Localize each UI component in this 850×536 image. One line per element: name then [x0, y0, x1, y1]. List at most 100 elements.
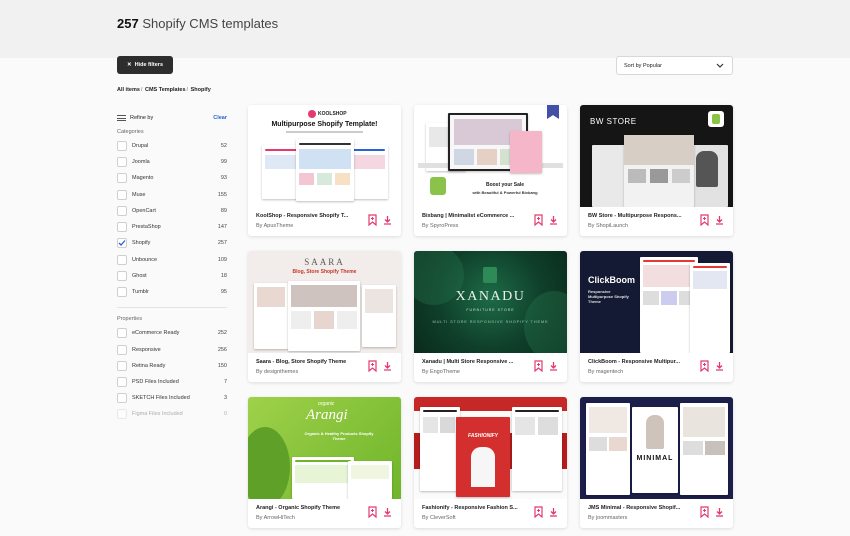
category-filter-unbounce[interactable]: Unbounce 109: [117, 254, 227, 266]
checkbox[interactable]: [117, 328, 127, 338]
template-thumbnail[interactable]: Boost your Sale with Beautiful & Powerfu…: [414, 105, 567, 207]
template-thumbnail[interactable]: SAARA Blog, Store Shopify Theme: [248, 251, 401, 353]
download-icon[interactable]: [383, 215, 392, 225]
bookmark-icon[interactable]: [700, 360, 709, 372]
thumb-logo: XANADU: [455, 289, 526, 304]
checkbox[interactable]: [117, 222, 127, 232]
card-author[interactable]: By magentech: [588, 369, 623, 375]
category-filter-opencart[interactable]: OpenCart 89: [117, 205, 227, 217]
bookmark-icon[interactable]: [368, 506, 377, 518]
property-filter-psd[interactable]: PSD Files Included 7: [117, 376, 227, 388]
checkbox[interactable]: [117, 206, 127, 216]
card-title[interactable]: ClickBoom - Responsive Multipur...: [588, 359, 680, 365]
card-author[interactable]: By EngoTheme: [422, 369, 460, 375]
bookmark-icon[interactable]: [700, 506, 709, 518]
template-card[interactable]: FASHIONIFY Fashionify - Responsive Fashi…: [414, 397, 567, 528]
category-filter-drupal[interactable]: Drupal 52: [117, 140, 227, 152]
breadcrumb-item[interactable]: CMS Templates: [145, 87, 186, 93]
checkbox[interactable]: [117, 287, 127, 297]
checkbox[interactable]: [117, 409, 127, 419]
checkbox[interactable]: [117, 190, 127, 200]
download-icon[interactable]: [549, 361, 558, 371]
card-author[interactable]: By joommasters: [588, 515, 627, 521]
card-title[interactable]: Bixbang | Minimalist eCommerce ...: [422, 213, 514, 219]
bookmark-icon[interactable]: [368, 214, 377, 226]
template-thumbnail[interactable]: KOOLSHOP Multipurpose Shopify Template!: [248, 105, 401, 207]
category-filter-shopify[interactable]: Shopify 257: [117, 237, 227, 249]
card-title[interactable]: Saara - Blog, Store Shopify Theme: [256, 359, 346, 365]
bookmark-icon[interactable]: [534, 506, 543, 518]
template-thumbnail[interactable]: FASHIONIFY: [414, 397, 567, 499]
checkbox[interactable]: [117, 271, 127, 281]
hide-filters-button[interactable]: ✕ Hide filters: [117, 56, 173, 74]
card-author[interactable]: By ShopiLaunch: [588, 223, 628, 229]
category-filter-muse[interactable]: Muse 155: [117, 189, 227, 201]
checkbox[interactable]: [117, 345, 127, 355]
checkbox[interactable]: [117, 157, 127, 167]
card-author[interactable]: By designthemes: [256, 369, 298, 375]
template-thumbnail[interactable]: MINIMAL: [580, 397, 733, 499]
template-thumbnail[interactable]: XANADU FURNITURE STORE MULTI STORE RESPO…: [414, 251, 567, 353]
checkbox[interactable]: [117, 141, 127, 151]
breadcrumb-item[interactable]: Shopify: [191, 87, 211, 93]
property-filter-responsive[interactable]: Responsive 256: [117, 344, 227, 356]
category-filter-magento[interactable]: Magento 93: [117, 172, 227, 184]
card-title[interactable]: BW Store - Multipurpose Respons...: [588, 213, 682, 219]
bookmark-icon[interactable]: [534, 214, 543, 226]
filter-count: 99: [220, 159, 227, 165]
template-card[interactable]: KOOLSHOP Multipurpose Shopify Template! …: [248, 105, 401, 236]
checkbox[interactable]: [117, 361, 127, 371]
template-card[interactable]: XANADU FURNITURE STORE MULTI STORE RESPO…: [414, 251, 567, 382]
property-filter-ecommerce[interactable]: eCommerce Ready 252: [117, 327, 227, 339]
card-title[interactable]: JMS Minimal - Responsive Shopif...: [588, 505, 680, 511]
property-filter-figma[interactable]: Figma Files Included 0: [117, 408, 227, 420]
property-filter-sketch[interactable]: SKETCH Files Included 3: [117, 392, 227, 404]
card-title[interactable]: KoolShop - Responsive Shopify T...: [256, 213, 348, 219]
download-icon[interactable]: [715, 507, 724, 517]
checkbox[interactable]: [117, 173, 127, 183]
result-count: 257: [117, 16, 139, 31]
template-card[interactable]: BW STORE BW Store - Multipurpose Respons…: [580, 105, 733, 236]
template-card[interactable]: organic Arangi Organic & Healthy Product…: [248, 397, 401, 528]
filter-label: PSD Files Included: [132, 379, 179, 385]
template-thumbnail[interactable]: BW STORE: [580, 105, 733, 207]
template-thumbnail[interactable]: ClickBoom Responsive Multipurpose Shopif…: [580, 251, 733, 353]
bookmark-icon[interactable]: [700, 214, 709, 226]
refine-bar: Refine by Clear: [117, 113, 227, 123]
properties-heading: Properties: [117, 316, 143, 322]
thumb-logo: BW STORE: [590, 117, 637, 126]
checkbox[interactable]: [117, 377, 127, 387]
category-filter-prestashop[interactable]: PrestaShop 147: [117, 221, 227, 233]
checkbox[interactable]: [117, 255, 127, 265]
download-icon[interactable]: [383, 361, 392, 371]
download-icon[interactable]: [549, 215, 558, 225]
category-filter-tumblr[interactable]: Tumblr 95: [117, 286, 227, 298]
template-card[interactable]: Boost your Sale with Beautiful & Powerfu…: [414, 105, 567, 236]
category-filter-ghost[interactable]: Ghost 18: [117, 270, 227, 282]
card-title[interactable]: Fashionify - Responsive Fashion S...: [422, 505, 518, 511]
breadcrumb-item[interactable]: All items: [117, 87, 140, 93]
bookmark-icon[interactable]: [534, 360, 543, 372]
template-card[interactable]: ClickBoom Responsive Multipurpose Shopif…: [580, 251, 733, 382]
template-thumbnail[interactable]: organic Arangi Organic & Healthy Product…: [248, 397, 401, 499]
card-author[interactable]: By SpyroPress: [422, 223, 458, 229]
card-title[interactable]: Arangi - Organic Shopify Theme: [256, 505, 340, 511]
card-author[interactable]: By ArrowHiTech: [256, 515, 295, 521]
property-filter-retina[interactable]: Retina Ready 150: [117, 360, 227, 372]
thumb-logo: MINIMAL: [636, 455, 674, 462]
clear-filters-link[interactable]: Clear: [213, 115, 227, 121]
template-card[interactable]: MINIMAL JMS Minimal - Responsive Shopif.…: [580, 397, 733, 528]
card-author[interactable]: By ApusTheme: [256, 223, 293, 229]
download-icon[interactable]: [549, 507, 558, 517]
sort-dropdown[interactable]: Sort by Popular: [616, 56, 733, 75]
download-icon[interactable]: [715, 361, 724, 371]
download-icon[interactable]: [383, 507, 392, 517]
category-filter-joomla[interactable]: Joomla 99: [117, 156, 227, 168]
checkbox[interactable]: [117, 393, 127, 403]
template-card[interactable]: SAARA Blog, Store Shopify Theme Saara - …: [248, 251, 401, 382]
card-title[interactable]: Xanadu | Multi Store Responsive ...: [422, 359, 513, 365]
card-author[interactable]: By CleverSoft: [422, 515, 456, 521]
checkbox-checked[interactable]: [117, 238, 127, 248]
download-icon[interactable]: [715, 215, 724, 225]
bookmark-icon[interactable]: [368, 360, 377, 372]
